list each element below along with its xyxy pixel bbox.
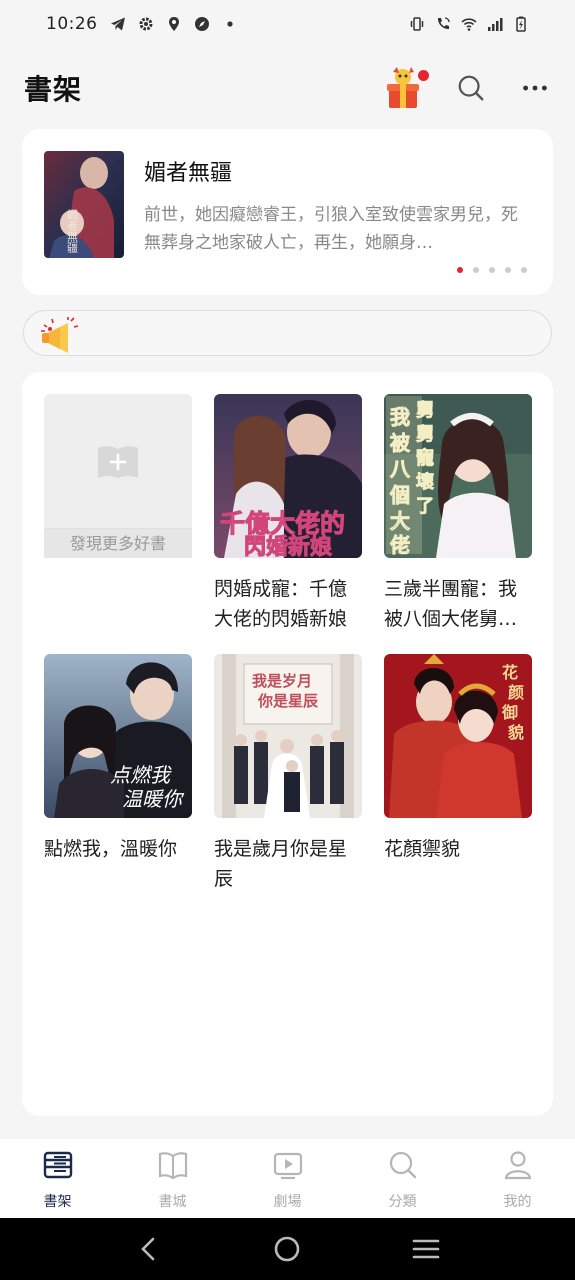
book-item[interactable]: 我 被 八 個 大 佬 舅 舅 寵 壞 了 三歲半團寵：我被八個大佬舅…: [384, 394, 532, 634]
app-header: 書架: [0, 56, 575, 120]
carousel-indicator: [457, 267, 527, 273]
telegram-icon: [110, 17, 125, 31]
cover-art-image: 千億大佬的 閃婚新娘: [214, 394, 362, 558]
open-book-icon: [158, 1152, 187, 1180]
nav-label: 書城: [158, 1194, 187, 1210]
search-button[interactable]: [455, 72, 487, 104]
gift-button[interactable]: [381, 64, 429, 112]
svg-text:颜: 颜: [508, 683, 524, 702]
video-play-icon: [273, 1152, 302, 1180]
nav-tab-category[interactable]: 分類: [345, 1139, 460, 1218]
more-horizontal-icon: [523, 85, 547, 91]
svg-text:大: 大: [390, 509, 410, 533]
bookshelf-icon: [43, 1151, 72, 1179]
svg-text:我是岁月: 我是岁月: [252, 672, 312, 690]
svg-text:個: 個: [389, 483, 410, 507]
nav-tab-bookstore[interactable]: 書城: [115, 1139, 230, 1218]
cover-art-image: 我是岁月 你是星辰: [214, 654, 362, 818]
status-bar: 10:26: [0, 0, 575, 48]
megaphone-icon: [41, 317, 79, 353]
system-navigation-bar: [0, 1218, 575, 1280]
more-notifications-icon: [226, 21, 233, 27]
svg-text:你是星辰: 你是星辰: [257, 692, 319, 710]
announcement-bar[interactable]: [23, 310, 552, 356]
book-title: 三歲半團寵：我被八個大佬舅…: [384, 578, 518, 630]
book-cover[interactable]: 我 被 八 個 大 佬 舅 舅 寵 壞 了: [384, 394, 532, 558]
compass-icon: [194, 17, 209, 31]
recent-apps-icon[interactable]: [412, 1235, 440, 1263]
carousel-dot[interactable]: [505, 267, 511, 273]
book-item[interactable]: 花 颜 御 貌 花顏禦貌: [384, 654, 532, 894]
bottom-navigation: 書架 書城 劇場 分類 我的: [0, 1139, 575, 1218]
status-time: 10:26: [46, 14, 98, 34]
discover-more-books-card[interactable]: 發現更多好書: [44, 394, 192, 558]
svg-text:被: 被: [390, 431, 411, 455]
nav-label: 分類: [388, 1194, 417, 1210]
book-title: 我是歲月你是星辰: [214, 838, 348, 890]
cover-art-image: 点燃我 温暖你: [44, 654, 192, 818]
svg-text:閃婚新娘: 閃婚新娘: [244, 534, 332, 558]
banner-title: 媚者無疆: [144, 161, 233, 186]
svg-text:壞: 壞: [416, 471, 434, 493]
nav-label: 書架: [43, 1194, 72, 1210]
nav-label: 我的: [503, 1194, 532, 1210]
notification-dot: [418, 70, 429, 81]
book-item[interactable]: 千億大佬的 閃婚新娘 閃婚成寵：千億大佬的閃婚新娘: [214, 394, 362, 634]
nav-label: 劇場: [273, 1194, 302, 1210]
book-cover[interactable]: 我是岁月 你是星辰: [214, 654, 362, 818]
add-book-icon: [98, 446, 138, 478]
nav-tab-theater[interactable]: 劇場: [230, 1139, 345, 1218]
nav-tab-profile[interactable]: 我的: [460, 1139, 575, 1218]
svg-text:佬: 佬: [390, 533, 410, 557]
book-item[interactable]: 我是岁月 你是星辰 我是歲月你是星辰: [214, 654, 362, 894]
vibrate-icon: [410, 17, 424, 31]
book-item[interactable]: 点燃我 温暖你 點燃我，溫暖你: [44, 654, 192, 894]
book-title: 花顏禦貌: [384, 838, 461, 860]
gear-icon: [139, 17, 152, 31]
signal-icon: [488, 18, 503, 31]
battery-charging-icon: [516, 16, 526, 32]
banner-book-cover[interactable]: 媚者無疆: [44, 151, 124, 258]
svg-text:温暖你: 温暖你: [122, 787, 185, 811]
svg-text:了: 了: [416, 496, 434, 517]
banner-cover-text: 媚者無疆: [66, 208, 79, 253]
svg-text:舅: 舅: [416, 400, 434, 421]
svg-text:点燃我: 点燃我: [110, 763, 172, 787]
carousel-dot[interactable]: [521, 267, 527, 273]
location-icon: [168, 17, 179, 31]
svg-text:八: 八: [390, 457, 411, 481]
back-icon[interactable]: [135, 1235, 163, 1263]
book-cover[interactable]: 千億大佬的 閃婚新娘: [214, 394, 362, 558]
wifi-call-icon: [437, 17, 450, 30]
svg-text:寵: 寵: [416, 447, 434, 469]
svg-text:御: 御: [501, 703, 518, 722]
svg-text:貌: 貌: [507, 723, 524, 742]
discover-more-label: 發現更多好書: [44, 528, 192, 558]
search-icon: [458, 75, 484, 101]
carousel-dot[interactable]: [473, 267, 479, 273]
search-icon: [389, 1151, 416, 1179]
carousel-dot[interactable]: [457, 267, 463, 273]
cover-art-image: 我 被 八 個 大 佬 舅 舅 寵 壞 了: [384, 394, 532, 558]
svg-text:我: 我: [390, 405, 410, 429]
user-icon: [504, 1151, 531, 1180]
svg-text:舅: 舅: [416, 424, 434, 445]
book-title: 閃婚成寵：千億大佬的閃婚新娘: [214, 578, 348, 630]
cover-art-image: 花 颜 御 貌: [384, 654, 532, 818]
more-button[interactable]: [519, 72, 551, 104]
book-cover[interactable]: 点燃我 温暖你: [44, 654, 192, 818]
bookshelf-panel: 發現更多好書 千億大佬的 閃婚新娘 閃婚成寵：千億大佬的閃婚新娘 我 被 八 個…: [22, 372, 553, 1116]
book-cover[interactable]: 花 颜 御 貌: [384, 654, 532, 818]
cover-art-image: 媚者無疆: [44, 151, 124, 258]
carousel-dot[interactable]: [489, 267, 495, 273]
book-title: 點燃我，溫暖你: [44, 838, 178, 860]
banner-description: 前世，她因癡戀睿王，引狼入室致使雲家男兒，死無葬身之地家破人亡，再生，她願身…: [144, 205, 518, 253]
recommendation-banner[interactable]: 媚者無疆 媚者無疆 前世，她因癡戀睿王，引狼入室致使雲家男兒，死無葬身之地家破人…: [22, 129, 553, 295]
home-icon[interactable]: [273, 1235, 301, 1263]
page-title: 書架: [24, 73, 83, 106]
nav-tab-bookshelf[interactable]: 書架: [0, 1139, 115, 1218]
wifi-icon: [461, 18, 477, 31]
svg-text:花: 花: [502, 663, 518, 682]
